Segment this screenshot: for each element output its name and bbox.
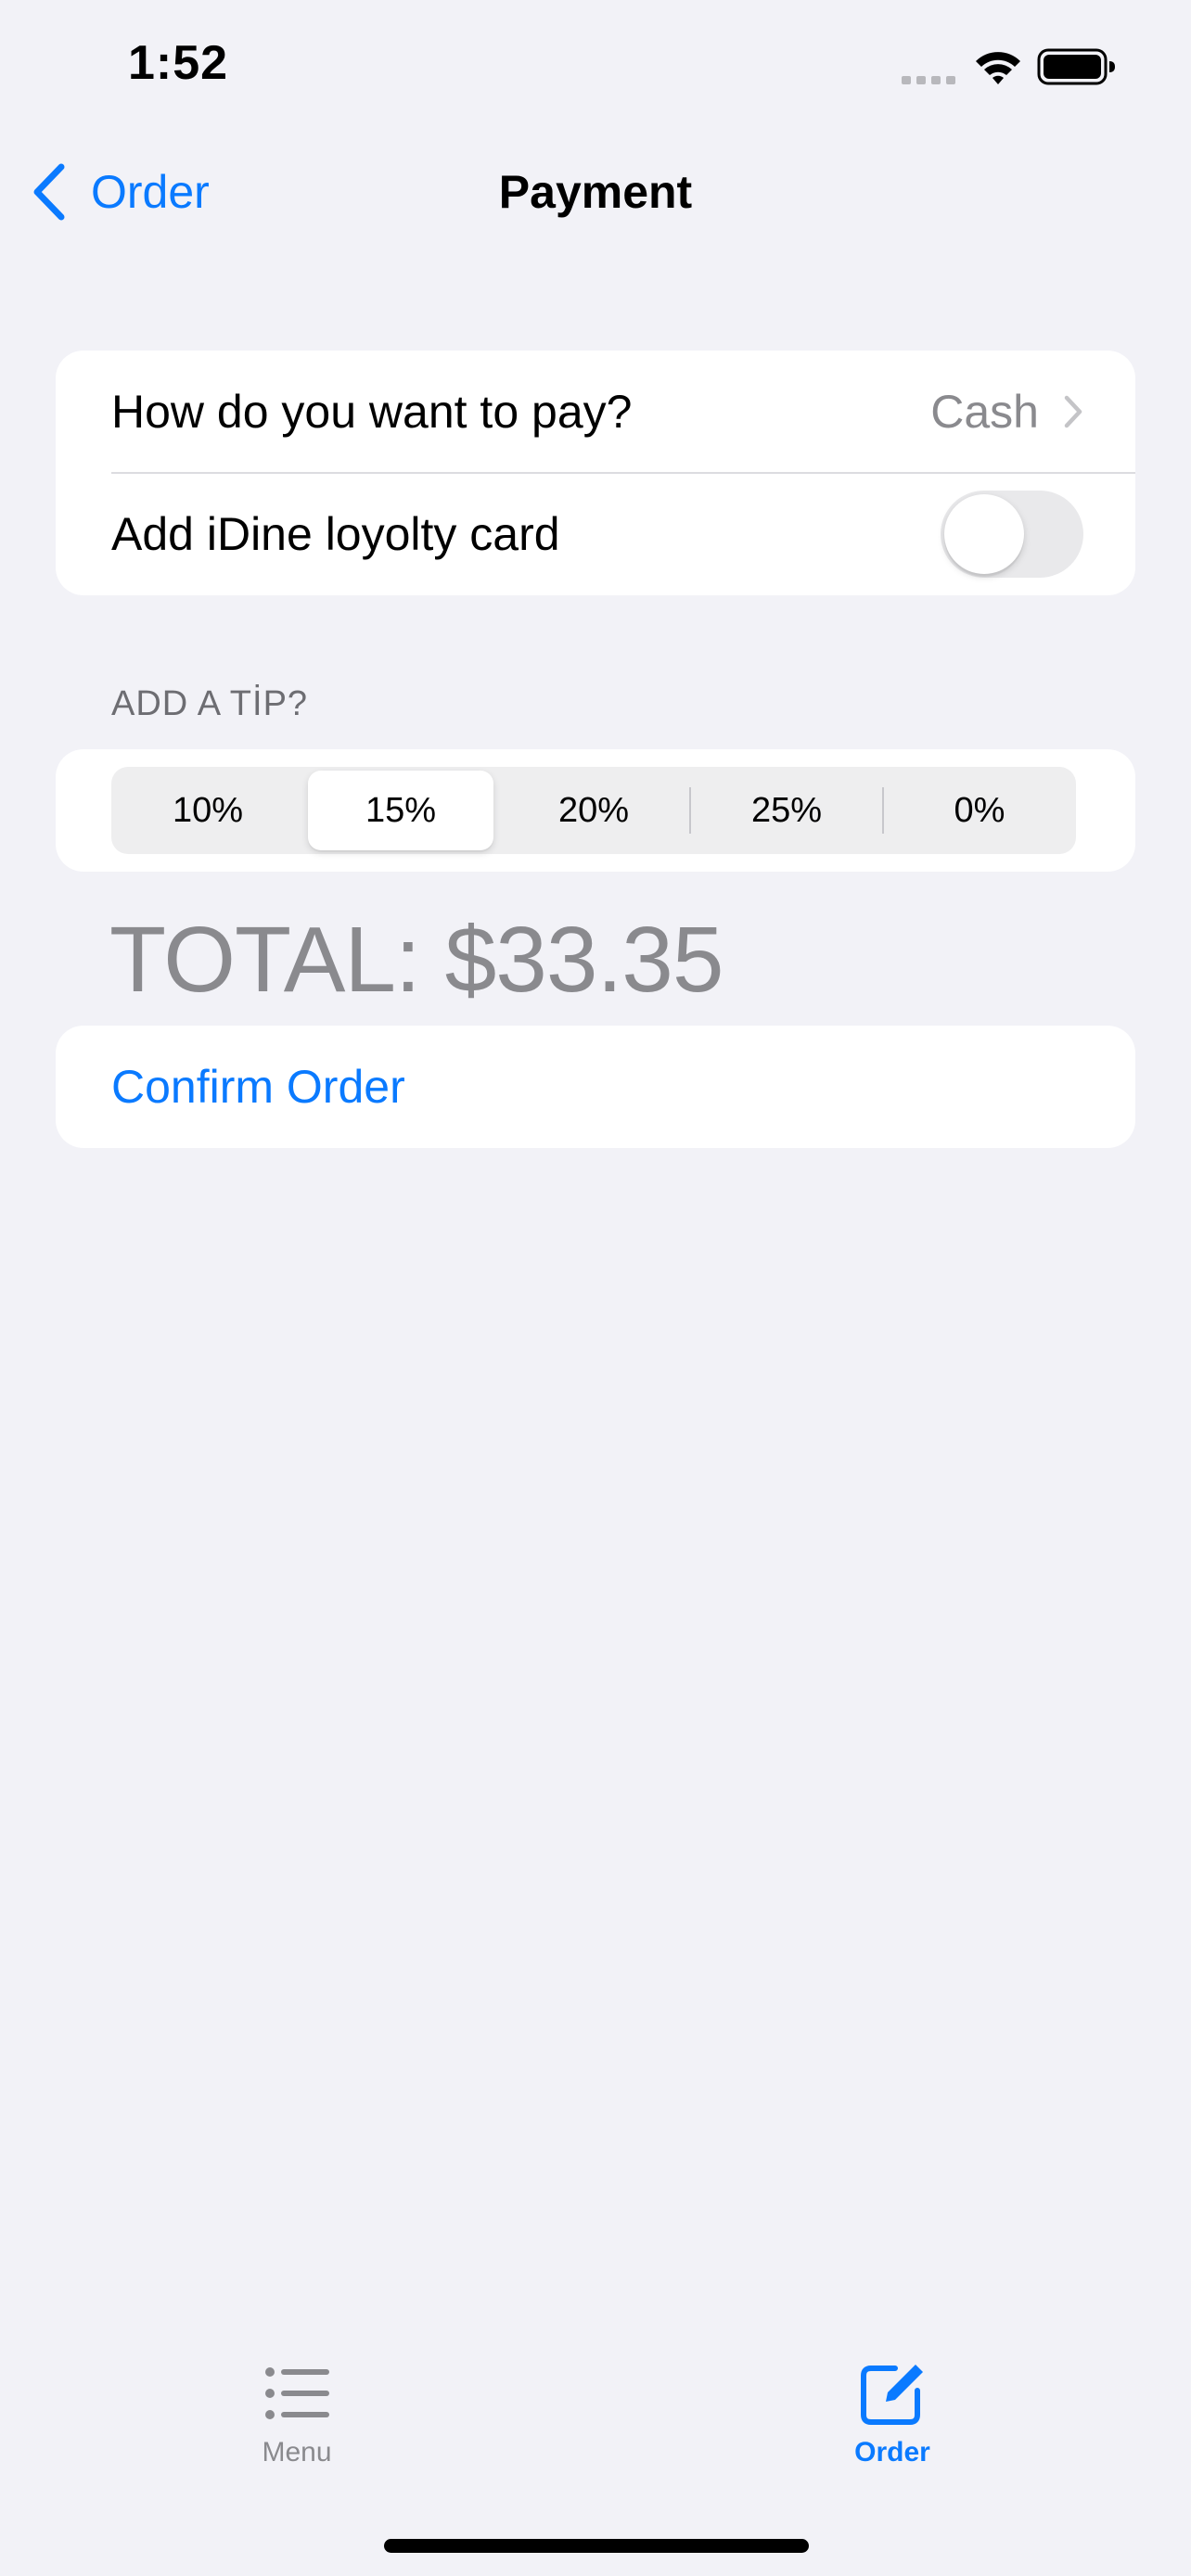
- tip-option-15[interactable]: 15%: [304, 767, 497, 854]
- payment-method-label: How do you want to pay?: [111, 386, 633, 438]
- list-icon: [265, 2367, 329, 2419]
- tip-option-25[interactable]: 25%: [690, 767, 883, 854]
- toggle-knob: [944, 494, 1024, 574]
- payment-options-card: How do you want to pay? Cash Add iDine l…: [56, 351, 1135, 595]
- tab-order[interactable]: Order: [744, 2361, 1041, 2468]
- order-total: TOTAL: $33.35: [109, 908, 724, 1012]
- payment-method-row[interactable]: How do you want to pay? Cash: [56, 351, 1135, 473]
- segment-separator: [882, 787, 884, 834]
- wifi-icon: [976, 52, 1020, 84]
- confirm-order-button[interactable]: Confirm Order: [56, 1026, 1135, 1148]
- square-pencil-icon: [861, 2365, 923, 2425]
- tab-menu[interactable]: Menu: [148, 2361, 445, 2468]
- payment-method-value: Cash: [930, 386, 1039, 438]
- tip-segmented-control: 10% 15% 20% 25% 0%: [111, 767, 1076, 854]
- loyalty-card-row: Add iDine loyolty card: [56, 473, 1135, 595]
- chevron-left-icon: [33, 163, 65, 221]
- battery-icon: [1037, 48, 1115, 85]
- tip-option-20[interactable]: 20%: [497, 767, 690, 854]
- tip-option-10[interactable]: 10%: [111, 767, 304, 854]
- back-button-label: Order: [91, 166, 210, 218]
- tab-order-label: Order: [854, 2437, 930, 2468]
- segment-separator: [689, 787, 691, 834]
- loyalty-card-label: Add iDine loyolty card: [111, 508, 560, 560]
- cellular-signal-icon: [902, 76, 955, 84]
- confirm-order-label: Confirm Order: [111, 1061, 405, 1113]
- tip-option-0[interactable]: 0%: [883, 767, 1076, 854]
- chevron-right-icon: [1064, 395, 1082, 428]
- status-bar: 1:52: [0, 0, 1191, 139]
- tip-card: 10% 15% 20% 25% 0%: [56, 749, 1135, 872]
- status-time: 1:52: [128, 36, 229, 90]
- back-button[interactable]: Order: [32, 159, 210, 224]
- loyalty-card-toggle[interactable]: [941, 491, 1083, 578]
- home-indicator: [384, 2539, 809, 2553]
- tip-section-header: ADD A TİP?: [111, 684, 309, 723]
- tab-menu-label: Menu: [262, 2437, 332, 2468]
